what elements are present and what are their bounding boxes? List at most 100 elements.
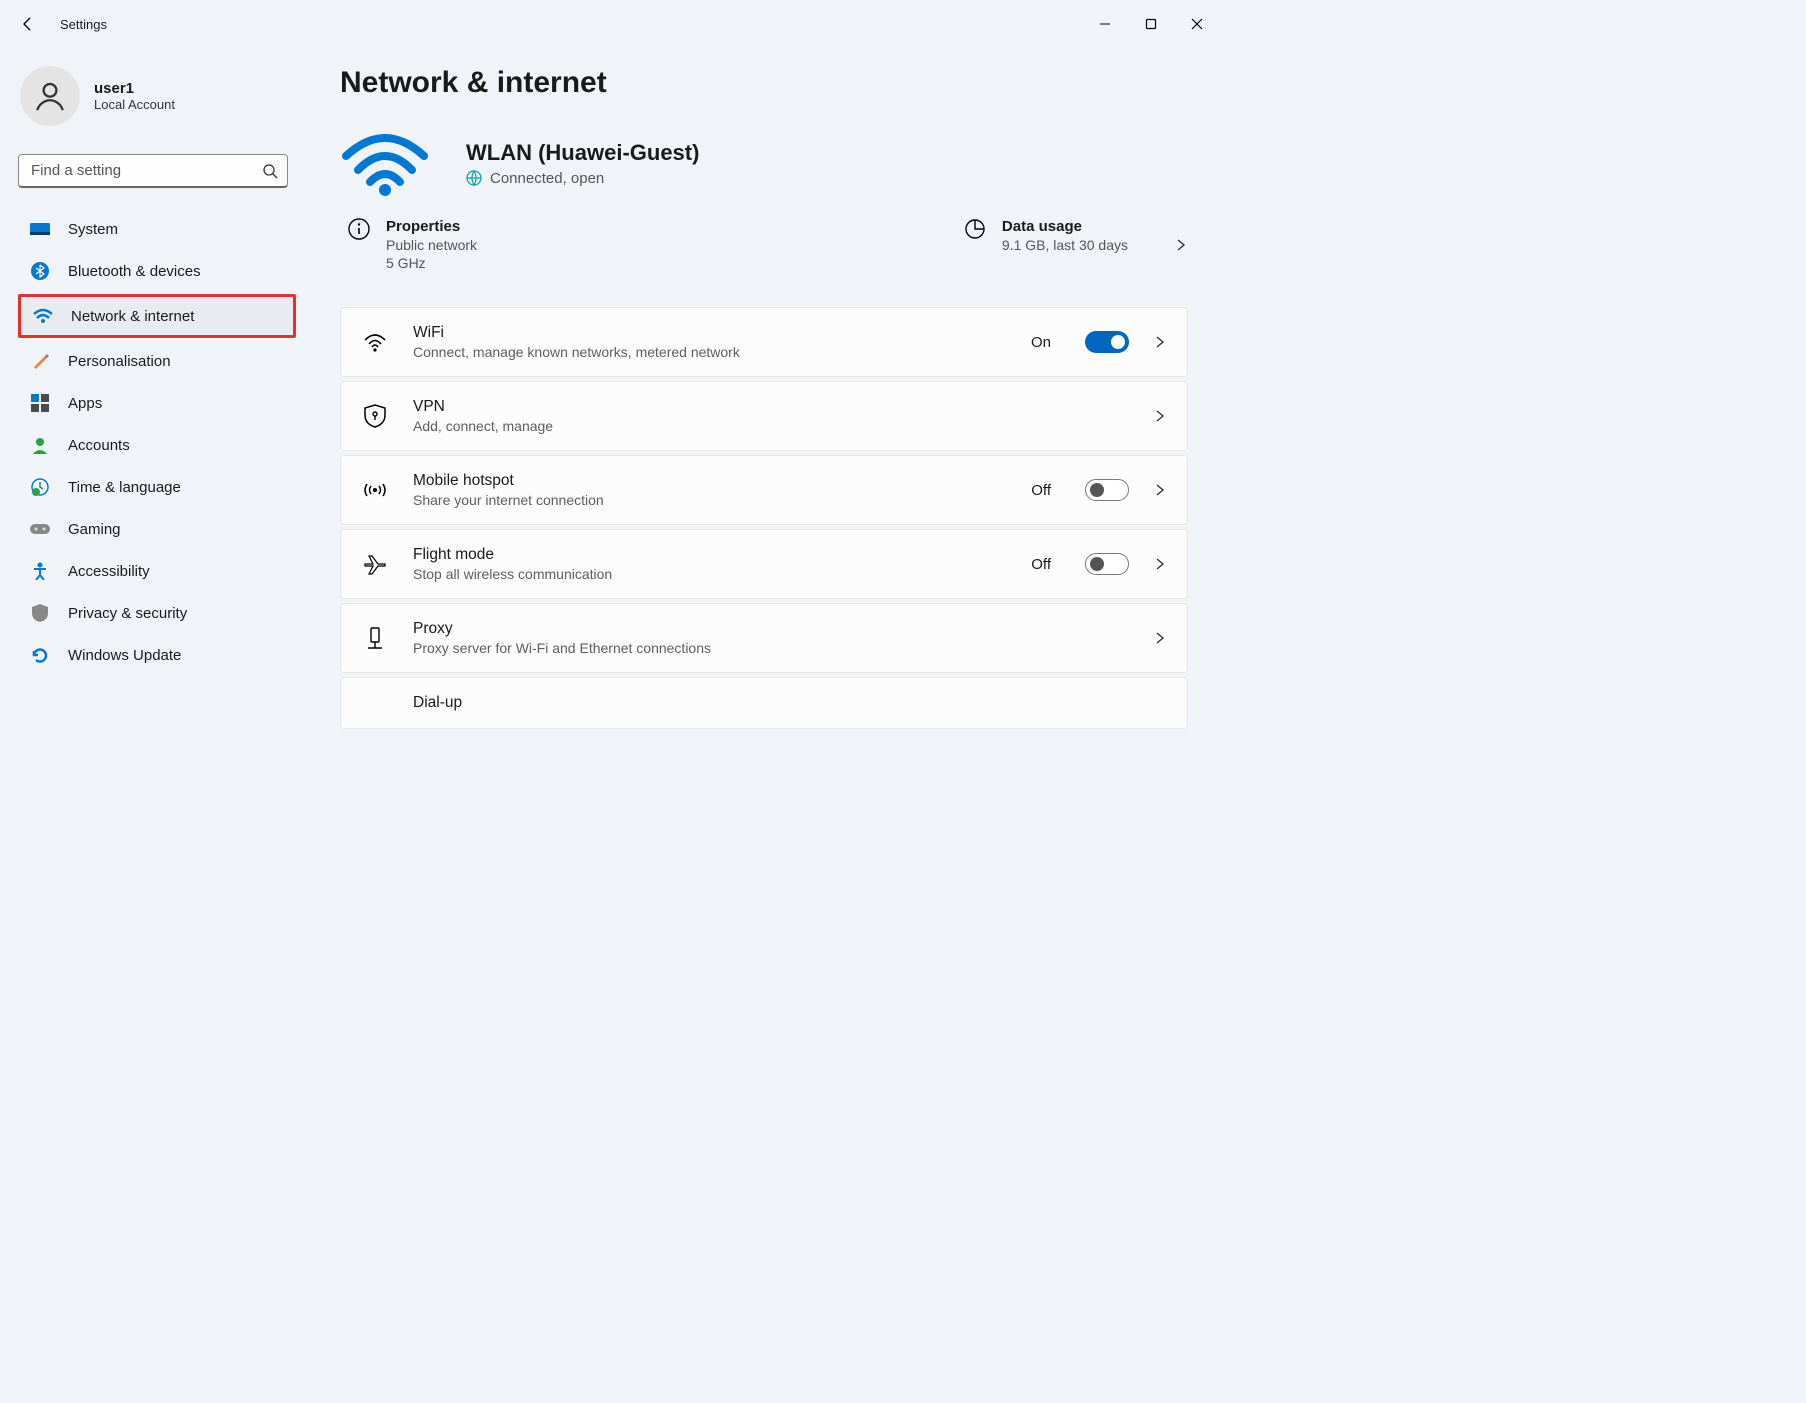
chevron-right-icon — [1153, 557, 1167, 571]
gaming-icon — [30, 519, 50, 539]
card-hotspot[interactable]: Mobile hotspot Share your internet conne… — [340, 455, 1188, 525]
toggle-label: On — [1031, 334, 1051, 351]
card-sub: Add, connect, manage — [413, 418, 1129, 434]
nav: System Bluetooth & devices Network & int… — [18, 210, 296, 674]
sidebar-item-network[interactable]: Network & internet — [18, 294, 296, 338]
accessibility-icon — [30, 561, 50, 581]
minimize-button[interactable] — [1082, 8, 1128, 40]
chevron-right-icon — [1153, 483, 1167, 497]
close-button[interactable] — [1174, 8, 1220, 40]
user-block[interactable]: user1 Local Account — [18, 60, 296, 146]
data-usage-title: Data usage — [1002, 218, 1128, 235]
wifi-small-icon — [361, 332, 389, 352]
chevron-right-icon — [1153, 335, 1167, 349]
network-status: WLAN (Huawei-Guest) Connected, open — [340, 128, 1188, 198]
wifi-icon — [340, 128, 430, 198]
network-icon — [33, 306, 53, 326]
shield-icon — [30, 603, 50, 623]
toggle-label: Off — [1031, 482, 1051, 499]
sidebar: user1 Local Account System Bluetooth & d… — [0, 48, 300, 954]
back-button[interactable] — [8, 4, 48, 44]
sidebar-item-apps[interactable]: Apps — [18, 384, 296, 422]
card-sub: Share your internet connection — [413, 492, 1007, 508]
page-title: Network & internet — [340, 66, 1188, 100]
card-sub: Proxy server for Wi-Fi and Ethernet conn… — [413, 640, 1129, 656]
sidebar-item-label: Apps — [68, 395, 102, 412]
card-title: Flight mode — [413, 546, 1007, 564]
info-icon — [348, 218, 370, 240]
flight-toggle[interactable] — [1085, 553, 1129, 575]
maximize-icon — [1145, 18, 1157, 30]
proxy-icon — [361, 626, 389, 650]
brush-icon — [30, 351, 50, 371]
card-flight[interactable]: Flight mode Stop all wireless communicat… — [340, 529, 1188, 599]
card-sub: Connect, manage known networks, metered … — [413, 344, 1007, 360]
data-usage-line1: 9.1 GB, last 30 days — [1002, 237, 1128, 253]
sidebar-item-label: Personalisation — [68, 353, 171, 370]
bluetooth-icon — [30, 261, 50, 281]
maximize-button[interactable] — [1128, 8, 1174, 40]
close-icon — [1191, 18, 1203, 30]
hotspot-toggle[interactable] — [1085, 479, 1129, 501]
data-usage-block[interactable]: Data usage 9.1 GB, last 30 days — [964, 218, 1188, 271]
sidebar-item-system[interactable]: System — [18, 210, 296, 248]
sidebar-item-label: Gaming — [68, 521, 121, 538]
person-icon — [33, 79, 67, 113]
properties-block[interactable]: Properties Public network 5 GHz — [348, 218, 477, 271]
vpn-icon — [361, 404, 389, 428]
chevron-right-icon — [1153, 409, 1167, 423]
hotspot-icon — [361, 480, 389, 500]
sidebar-item-update[interactable]: Windows Update — [18, 636, 296, 674]
properties-line1: Public network — [386, 237, 477, 253]
chevron-right-icon — [1153, 631, 1167, 645]
sidebar-item-label: Accessibility — [68, 563, 150, 580]
globe-icon — [466, 170, 482, 186]
search-wrap — [18, 154, 288, 188]
card-title: Proxy — [413, 620, 1129, 638]
toggle-label: Off — [1031, 556, 1051, 573]
clock-icon — [30, 477, 50, 497]
airplane-icon — [361, 552, 389, 576]
properties-line2: 5 GHz — [386, 255, 477, 271]
card-proxy[interactable]: Proxy Proxy server for Wi-Fi and Etherne… — [340, 603, 1188, 673]
card-title: WiFi — [413, 324, 1007, 342]
sidebar-item-label: Bluetooth & devices — [68, 263, 201, 280]
card-title: Dial-up — [413, 694, 1167, 712]
info-row: Properties Public network 5 GHz Data usa… — [340, 218, 1188, 271]
user-sub: Local Account — [94, 97, 175, 112]
titlebar: Settings — [0, 0, 1228, 48]
card-vpn[interactable]: VPN Add, connect, manage — [340, 381, 1188, 451]
card-dialup[interactable]: Dial-up — [340, 677, 1188, 729]
search-icon — [262, 163, 278, 179]
system-icon — [30, 219, 50, 239]
user-name: user1 — [94, 80, 175, 97]
search-input[interactable] — [18, 154, 288, 188]
network-name: WLAN (Huawei-Guest) — [466, 140, 699, 166]
sidebar-item-accessibility[interactable]: Accessibility — [18, 552, 296, 590]
chevron-right-icon — [1174, 238, 1188, 252]
sidebar-item-label: Network & internet — [71, 308, 194, 325]
sidebar-item-label: Privacy & security — [68, 605, 187, 622]
accounts-icon — [30, 435, 50, 455]
sidebar-item-time[interactable]: Time & language — [18, 468, 296, 506]
sidebar-item-gaming[interactable]: Gaming — [18, 510, 296, 548]
avatar — [20, 66, 80, 126]
sidebar-item-personalisation[interactable]: Personalisation — [18, 342, 296, 380]
sidebar-item-label: System — [68, 221, 118, 238]
properties-title: Properties — [386, 218, 477, 235]
card-wifi[interactable]: WiFi Connect, manage known networks, met… — [340, 307, 1188, 377]
sidebar-item-label: Time & language — [68, 479, 181, 496]
sidebar-item-accounts[interactable]: Accounts — [18, 426, 296, 464]
chart-icon — [964, 218, 986, 240]
update-icon — [30, 645, 50, 665]
sidebar-item-bluetooth[interactable]: Bluetooth & devices — [18, 252, 296, 290]
card-sub: Stop all wireless communication — [413, 566, 1007, 582]
sidebar-item-privacy[interactable]: Privacy & security — [18, 594, 296, 632]
apps-icon — [30, 393, 50, 413]
wifi-toggle[interactable] — [1085, 331, 1129, 353]
connection-status: Connected, open — [490, 170, 604, 187]
sidebar-item-label: Accounts — [68, 437, 130, 454]
content: Network & internet WLAN (Huawei-Guest) C… — [300, 48, 1228, 954]
card-title: VPN — [413, 398, 1129, 416]
card-title: Mobile hotspot — [413, 472, 1007, 490]
